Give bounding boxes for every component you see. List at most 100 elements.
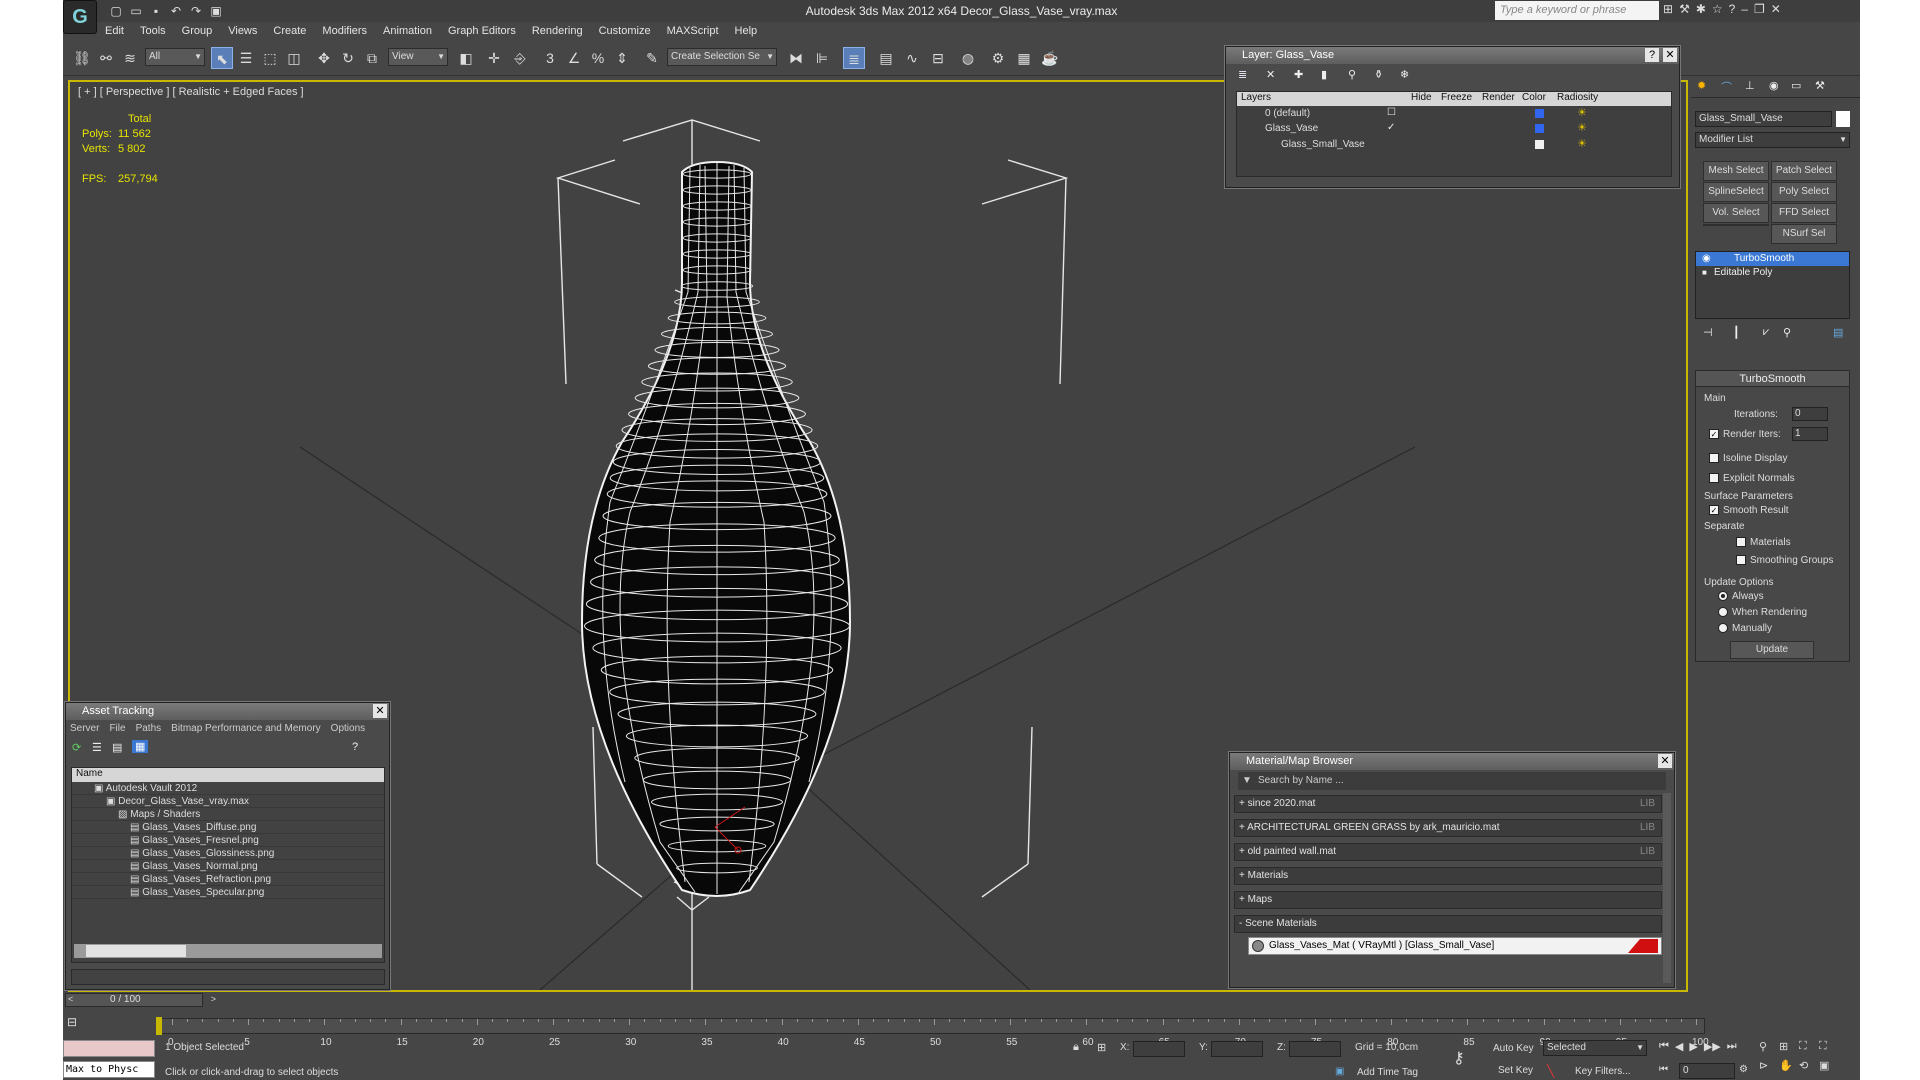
z-coordinate-field[interactable] [1289, 1041, 1341, 1057]
goto-start-icon[interactable]: ⏮ [1659, 1040, 1669, 1053]
pin-stack-icon[interactable]: ⊣ [1703, 326, 1713, 339]
horizontal-scrollbar[interactable] [74, 944, 382, 958]
material-editor-icon[interactable]: ◍ [957, 47, 979, 69]
ffd-select-button[interactable]: FFD Select [1771, 203, 1837, 223]
binoculars-icon[interactable]: ⊞ [1663, 2, 1673, 16]
object-color-swatch[interactable] [1836, 111, 1850, 127]
time-tag-icon[interactable]: ▣ [1335, 1066, 1344, 1077]
list-view-icon[interactable]: ☰ [92, 741, 102, 754]
dropdown-icon[interactable]: ▼ [1242, 772, 1252, 790]
vol-select-button[interactable]: Vol. Select [1703, 203, 1769, 223]
restore-icon[interactable]: ❐ [1754, 2, 1765, 16]
col-hide[interactable]: Hide [1411, 92, 1432, 103]
scale-icon[interactable]: ⧉ [361, 47, 383, 69]
curve-editor-mini-icon[interactable]: ⊟ [67, 1015, 89, 1035]
always-radio[interactable] [1718, 591, 1728, 602]
show-end-result-icon[interactable]: ┃ [1733, 326, 1740, 339]
material-group[interactable]: - Scene Materials [1234, 915, 1662, 933]
save-icon[interactable]: ▪ [147, 2, 165, 20]
material-group[interactable]: + old painted wall.mat LIB [1234, 843, 1662, 861]
refresh-icon[interactable]: ⟳ [72, 741, 81, 754]
delete-layer-icon[interactable]: ✕ [1266, 68, 1275, 81]
rendered-frame-icon[interactable]: ▦ [1013, 47, 1035, 69]
undo-icon[interactable]: ↶ [167, 2, 185, 20]
tree-view-icon[interactable]: ▤ [112, 741, 122, 754]
menu-item[interactable]: Graph Editors [440, 22, 524, 40]
orbit-icon[interactable]: ⟲ [1799, 1059, 1819, 1072]
prev-frame-icon[interactable]: < [68, 994, 73, 1004]
asset-item[interactable]: ▣ Decor_Glass_Vase_vray.max [72, 795, 384, 808]
zoom-extents-icon[interactable]: ⛶ [1799, 1040, 1819, 1053]
when-rendering-radio[interactable] [1718, 607, 1728, 618]
layer-color-swatch[interactable] [1535, 109, 1544, 118]
key-mode-dropdown[interactable]: Selected ▼ [1543, 1040, 1647, 1056]
help-icon[interactable]: ? [1729, 2, 1736, 16]
material-group[interactable]: + Materials [1234, 867, 1662, 885]
stack-item-editable-poly[interactable]: ■ Editable Poly [1696, 266, 1849, 280]
schematic-view-icon[interactable]: ⊟ [927, 47, 949, 69]
checkmark-icon[interactable]: ✓ [1387, 122, 1395, 133]
layer-manager-icon[interactable]: ≣ [843, 47, 865, 69]
set-key-button[interactable]: Set Key [1498, 1065, 1533, 1076]
maximize-viewport-icon[interactable]: ▣ [1819, 1059, 1839, 1072]
x-coordinate-field[interactable] [1133, 1041, 1185, 1057]
graphite-tools-icon[interactable]: ▤ [875, 47, 897, 69]
materials-row[interactable]: Materials [1736, 537, 1791, 548]
menu-item[interactable]: Group [174, 22, 221, 40]
asset-panel-titlebar[interactable]: Asset Tracking ✕ [66, 703, 389, 720]
material-search-input[interactable]: ▼ Search by Name ... [1238, 772, 1666, 790]
vertical-scrollbar[interactable] [1663, 793, 1671, 983]
select-object-icon[interactable]: ⬉ [211, 47, 233, 69]
layer-color-swatch[interactable] [1535, 140, 1544, 149]
create-tab-icon[interactable]: ✹ [1697, 79, 1706, 92]
explicit-normals-row[interactable]: Explicit Normals [1709, 473, 1795, 484]
poly-select-button[interactable]: Poly Select [1771, 182, 1837, 202]
y-coordinate-field[interactable] [1211, 1041, 1263, 1057]
edit-named-sets-icon[interactable]: ✎ [641, 47, 663, 69]
add-time-tag[interactable]: Add Time Tag [1357, 1067, 1418, 1078]
fov-icon[interactable]: ⊳ [1759, 1059, 1779, 1072]
time-config-icon[interactable]: ⚙ [1739, 1064, 1748, 1075]
patch-select-button[interactable]: Patch Select [1771, 161, 1837, 181]
angle-snap-icon[interactable]: ∠ [563, 47, 585, 69]
align-icon[interactable]: ⊫ [811, 47, 833, 69]
keyboard-shortcut-icon[interactable]: ⎆ [509, 47, 531, 69]
search-input[interactable]: Type a keyword or phrase [1495, 1, 1659, 20]
material-group[interactable]: + since 2020.mat LIB [1234, 795, 1662, 813]
scene-material-item[interactable]: Glass_Vases_Mat ( VRayMtl ) [Glass_Small… [1248, 937, 1662, 955]
select-objects-icon[interactable]: ▮ [1321, 68, 1327, 81]
object-name-field[interactable]: Glass_Small_Vase [1695, 111, 1832, 127]
mesh-select-button[interactable]: Mesh Select [1703, 161, 1769, 181]
bind-spacewarp-icon[interactable]: ≋ [119, 47, 141, 69]
motion-tab-icon[interactable]: ◉ [1769, 79, 1779, 92]
col-freeze[interactable]: Freeze [1441, 92, 1472, 103]
asset-menu-item[interactable]: Server [70, 720, 99, 738]
next-frame-icon[interactable]: > [211, 994, 216, 1004]
render-iters-row[interactable]: ✓ Render Iters: [1709, 429, 1781, 440]
layer-row[interactable]: Glass_Vase [1265, 123, 1318, 134]
asset-menu-item[interactable]: Bitmap Performance and Memory [171, 720, 321, 738]
app-logo-button[interactable]: G [63, 0, 97, 34]
menu-item[interactable]: Rendering [524, 22, 591, 40]
menu-item[interactable]: Help [727, 22, 766, 40]
material-group[interactable]: + ARCHITECTURAL GREEN GRASS by ark_mauri… [1234, 819, 1662, 837]
select-manipulate-icon[interactable]: ✛ [483, 47, 505, 69]
current-frame-field[interactable]: 0 [1679, 1063, 1735, 1079]
update-button[interactable]: Update [1730, 641, 1814, 659]
scrollbar-thumb[interactable] [86, 945, 186, 957]
time-slider[interactable]: < 0 / 100 > [65, 993, 216, 1007]
spinner-snap-icon[interactable]: ⇕ [611, 47, 633, 69]
col-render[interactable]: Render [1482, 92, 1515, 103]
close-icon[interactable]: ✕ [1771, 2, 1781, 16]
pan-icon[interactable]: ✋ [1779, 1059, 1799, 1072]
prev-key-icon[interactable]: ◀ [1675, 1040, 1683, 1053]
modify-tab-icon[interactable]: ⌒ [1721, 79, 1732, 95]
modifier-list-dropdown[interactable]: Modifier List ▼ [1695, 132, 1850, 148]
asset-menu-item[interactable]: Options [331, 720, 365, 738]
unlink-icon[interactable]: ⚯ [95, 47, 117, 69]
hierarchy-tab-icon[interactable]: ⊥ [1745, 79, 1755, 92]
minimize-icon[interactable]: – [1741, 2, 1748, 16]
named-selection-dropdown[interactable]: Create Selection Se [667, 48, 777, 66]
materials-checkbox[interactable] [1736, 537, 1746, 548]
explicit-normals-checkbox[interactable] [1709, 473, 1719, 484]
